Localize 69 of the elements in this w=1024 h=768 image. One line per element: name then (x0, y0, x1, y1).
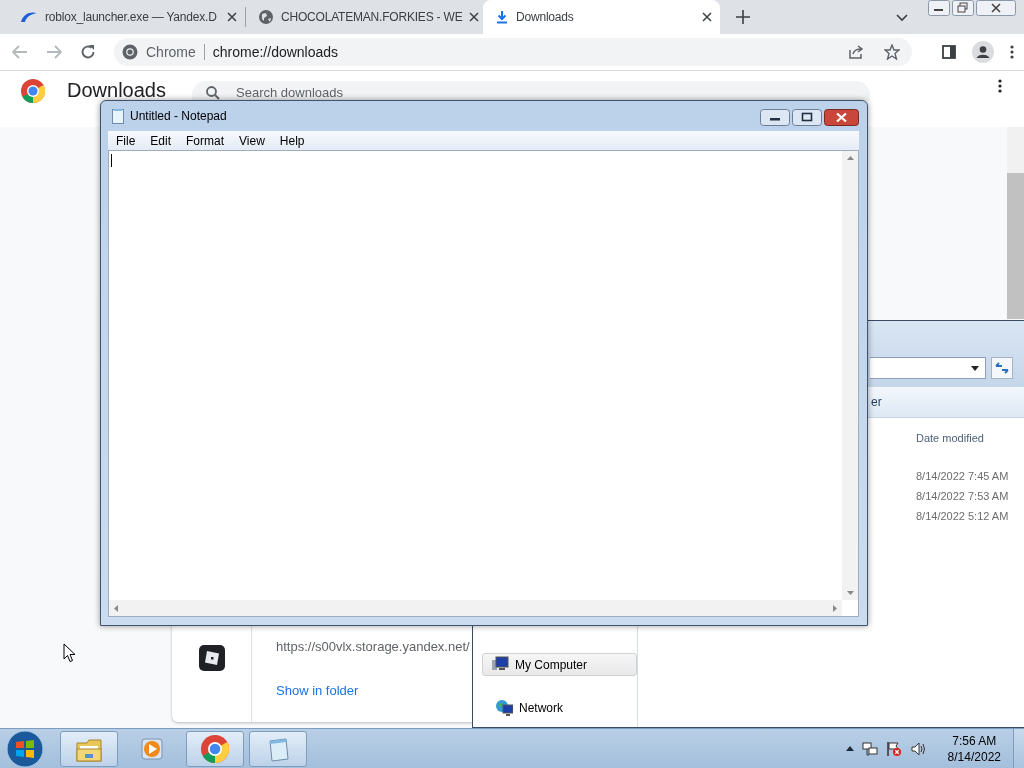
taskbar-button[interactable] (186, 730, 244, 767)
scrollbar-thumb[interactable] (1007, 173, 1024, 319)
close-icon[interactable] (227, 12, 237, 22)
start-button-icon[interactable] (6, 729, 44, 768)
address-field[interactable] (870, 357, 986, 379)
clock-time[interactable]: 7:56 AM (952, 732, 997, 749)
table-cell: 8/14/2022 5:12 AM (916, 510, 1009, 522)
table-cell: 8/14/2022 7:53 AM (916, 490, 1009, 502)
share-icon[interactable] (848, 44, 864, 60)
speaker-icon[interactable] (909, 740, 926, 757)
globe-icon (258, 9, 274, 25)
clock-date[interactable]: 8/14/2022 (947, 748, 1001, 765)
dropdown-arrow-icon[interactable] (971, 365, 979, 371)
reload-icon[interactable] (80, 44, 96, 60)
network-icon[interactable] (861, 740, 878, 757)
table-cell: 8/14/2022 7:45 AM (916, 470, 1009, 482)
page-title: Downloads (67, 79, 167, 101)
scroll-down-icon[interactable] (846, 591, 854, 595)
show-in-folder-link[interactable]: Show in folder (276, 683, 359, 698)
scroll-right-icon[interactable] (833, 604, 837, 612)
menu-item[interactable]: Format (178, 133, 232, 148)
nav-item[interactable]: My Computer (482, 653, 637, 676)
flag-error-icon[interactable] (885, 740, 902, 757)
download-url: https://s00vlx.storage.yandex.net/ (276, 639, 470, 654)
app-logo-icon (198, 645, 225, 671)
browser-tab[interactable]: roblox_launcher.exe — Yandex.D (8, 0, 245, 34)
scrollbar[interactable] (842, 151, 858, 600)
refresh-icon[interactable] (991, 357, 1013, 379)
menu-item[interactable]: Edit (142, 133, 179, 148)
maximize-icon[interactable] (792, 109, 822, 126)
star-icon[interactable] (884, 44, 900, 60)
search-icon (206, 86, 220, 100)
close-icon[interactable] (824, 109, 859, 126)
browser-logo-icon (20, 11, 38, 23)
profile-avatar-icon[interactable] (972, 41, 994, 63)
scrollbar[interactable] (109, 600, 842, 616)
menu-item[interactable]: File (108, 133, 143, 148)
kebab-menu-icon[interactable] (1010, 45, 1014, 59)
close-icon[interactable] (469, 12, 480, 22)
mouse-pointer-icon (63, 643, 76, 663)
url-text: chrome://downloads (212, 44, 340, 60)
scrollbar[interactable] (1007, 127, 1024, 319)
chevron-up-icon[interactable] (845, 746, 854, 751)
notepad-icon (112, 108, 124, 124)
scroll-up-icon[interactable] (846, 156, 854, 160)
toolbar-text[interactable]: er (871, 395, 882, 409)
browser-tab[interactable]: CHOCOLATEMAN.FORKIES - WE (246, 0, 483, 34)
side-panel-icon[interactable] (942, 45, 956, 59)
network-icon (495, 698, 513, 717)
chevron-down-icon[interactable] (896, 14, 908, 22)
close-icon[interactable] (702, 12, 712, 22)
nav-item[interactable]: Network (482, 696, 637, 719)
menu-item[interactable]: View (231, 133, 272, 148)
address-bar[interactable]: Chrome chrome://downloads (114, 38, 912, 66)
column-header[interactable]: Date modified (916, 432, 984, 444)
menu-item[interactable]: Help (271, 133, 312, 148)
new-tab-icon[interactable] (736, 10, 750, 24)
browser-tab[interactable]: Downloads (483, 0, 720, 34)
site-label: Chrome (146, 44, 196, 60)
search-field[interactable]: Search downloads (192, 81, 870, 101)
minimize-icon[interactable] (760, 109, 790, 126)
download-icon (495, 10, 509, 24)
restore-icon[interactable] (952, 0, 974, 16)
window-title: Untitled - Notepad (130, 109, 227, 123)
close-icon[interactable] (976, 0, 1016, 16)
scroll-left-icon[interactable] (114, 604, 118, 612)
text-cursor (111, 154, 112, 167)
minimize-icon[interactable] (928, 0, 950, 16)
kebab-menu-icon[interactable] (998, 79, 1002, 93)
